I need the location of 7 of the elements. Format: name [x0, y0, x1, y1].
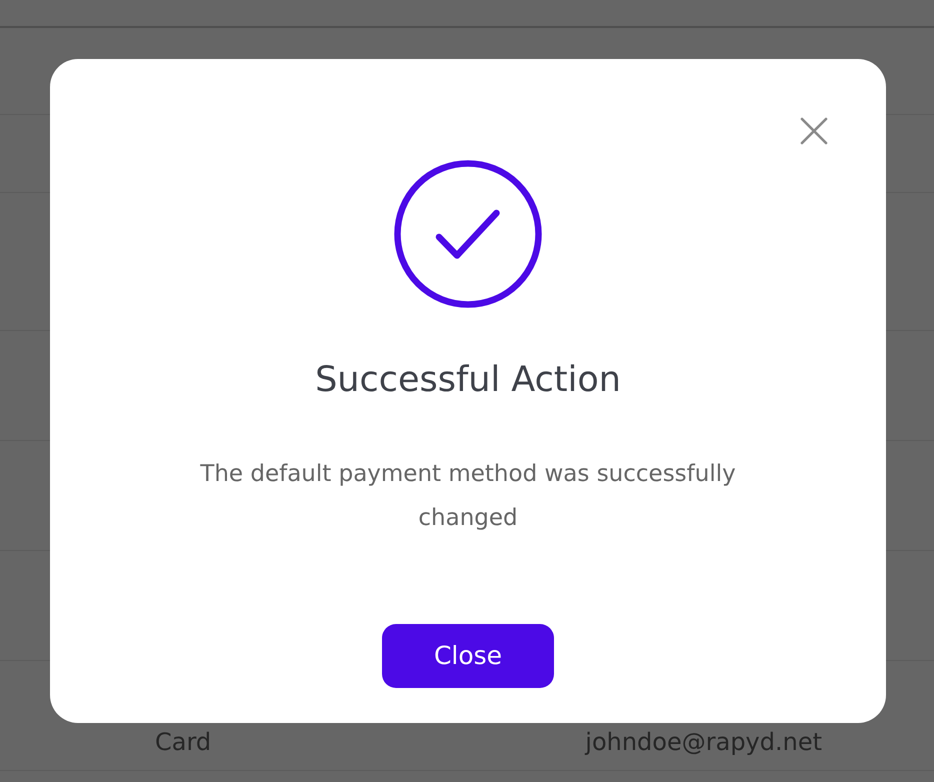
- dialog-title: Successful Action: [315, 359, 621, 402]
- dialog-message: The default payment method was successfully changed: [199, 460, 737, 533]
- close-icon[interactable]: [800, 117, 828, 145]
- table-cell-text: johndoe@rapyd.net: [585, 727, 822, 758]
- check-circle-icon: [394, 160, 542, 308]
- table-cell-text: Card: [155, 727, 212, 758]
- close-button[interactable]: Close: [382, 624, 554, 688]
